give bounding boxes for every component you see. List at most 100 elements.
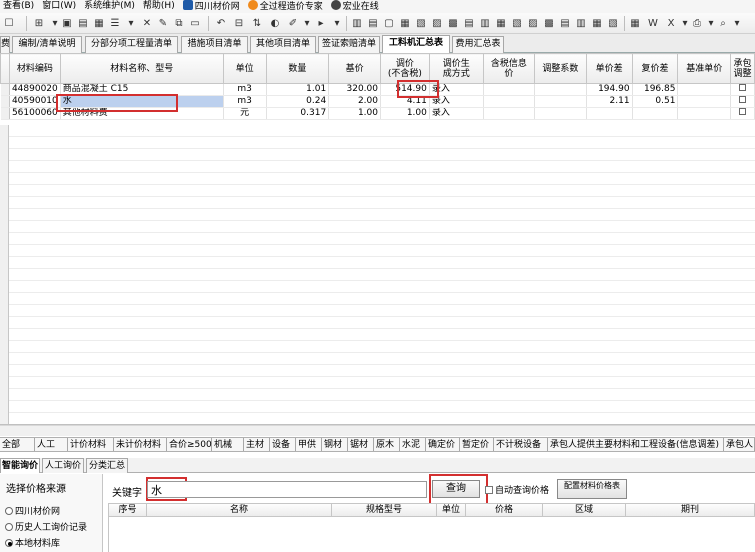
layout-icon[interactable]: ▥ — [574, 16, 588, 31]
cell-contract[interactable] — [730, 107, 755, 120]
col-adjust-coef[interactable]: 调整系数 — [534, 53, 587, 84]
cell-unit[interactable]: m3 — [223, 95, 267, 108]
cat-tab-all[interactable]: 全部 — [0, 438, 35, 451]
radio-selected-icon[interactable] — [5, 539, 13, 547]
tab-bill-of-quantities[interactable]: 分部分项工程量清单 — [85, 36, 178, 53]
layout-icon[interactable]: ▩ — [542, 16, 556, 31]
contract-checkbox[interactable] — [739, 84, 747, 91]
dropdown-arrow-icon[interactable]: ▾ — [300, 16, 314, 31]
menu-help[interactable]: 帮助(H) — [140, 0, 180, 13]
col-contractor-adjust[interactable]: 承包 调整 — [730, 53, 755, 84]
cell-qty[interactable]: 1.01 — [266, 83, 330, 96]
menu-system-maintenance[interactable]: 系统维护(M) — [81, 0, 140, 13]
cell-tax-info[interactable] — [483, 107, 536, 120]
print-icon[interactable]: ⎙ — [690, 16, 704, 31]
cell-unit[interactable]: m3 — [223, 83, 267, 96]
keyword-input[interactable] — [147, 481, 427, 498]
result-col-unit[interactable]: 单位 — [437, 504, 466, 517]
window-icon[interactable]: ▢ — [382, 16, 396, 31]
columns-icon[interactable]: ▤ — [366, 16, 380, 31]
cell-base[interactable]: 1.00 — [328, 107, 381, 120]
cell-diff[interactable] — [586, 107, 633, 120]
cell-base[interactable]: 2.00 — [328, 95, 381, 108]
result-col-spec[interactable]: 规格型号 — [332, 504, 437, 517]
cell-contract[interactable] — [730, 95, 755, 108]
horizontal-scrollbar[interactable] — [0, 425, 755, 436]
layout-icon[interactable]: ▦ — [590, 16, 604, 31]
cell-method[interactable]: 录入 — [429, 95, 484, 108]
menu-window[interactable]: 窗口(W) — [39, 0, 81, 13]
col-unit[interactable]: 单位 — [222, 53, 267, 84]
result-col-index[interactable]: 序号 — [109, 504, 147, 517]
cat-tab-total-500[interactable]: 合价≥500 — [167, 438, 212, 451]
result-col-name[interactable]: 名称 — [147, 504, 332, 517]
cell-coef[interactable] — [534, 107, 587, 120]
contract-checkbox[interactable] — [739, 96, 747, 103]
tab-fee-partial[interactable]: 费 — [0, 36, 10, 53]
layout-icon[interactable]: ▤ — [462, 16, 476, 31]
layout-icon[interactable]: ▧ — [414, 16, 428, 31]
cat-tab-main-material[interactable]: 主材 — [244, 438, 270, 451]
col-adjusted-price[interactable]: 调价 (不含税) — [380, 53, 430, 84]
cell-method[interactable]: 录入 — [429, 83, 484, 96]
col-adjust-method[interactable]: 调价生 成方式 — [428, 53, 484, 84]
cell-name[interactable]: 其他材料费 — [60, 107, 224, 120]
cell-code[interactable]: 44890020 — [9, 83, 61, 96]
row-header[interactable] — [0, 83, 10, 96]
sort-icon[interactable]: ⇅ — [250, 16, 264, 31]
cell-adj[interactable]: 4.11 — [380, 95, 430, 108]
cell-name[interactable]: 水 — [60, 95, 224, 108]
insert-icon[interactable]: ⊞ — [32, 16, 46, 31]
config-price-table-button[interactable]: 配置材料价格表 — [557, 479, 627, 499]
checkbox-icon[interactable]: ☐ — [2, 16, 16, 31]
cell-diff[interactable]: 2.11 — [586, 95, 633, 108]
brush-icon[interactable]: ✐ — [286, 16, 300, 31]
cell-coef[interactable] — [534, 83, 587, 96]
cat-tab-machinery[interactable]: 机械 — [212, 438, 244, 451]
cat-tab-contractor-materials[interactable]: 承包人提供主要材料和工程设备(信息调差) — [548, 438, 724, 451]
cat-tab-non-taxed-equipment[interactable]: 不计税设备 — [494, 438, 548, 451]
cat-tab-lumber[interactable]: 锯材 — [348, 438, 374, 451]
cell-base[interactable]: 320.00 — [328, 83, 381, 96]
circle-icon[interactable]: ◐ — [268, 16, 282, 31]
dropdown-arrow-icon[interactable]: ▾ — [330, 16, 344, 31]
layout-icon[interactable]: ▧ — [606, 16, 620, 31]
paste-icon[interactable]: ▭ — [188, 16, 202, 31]
result-col-region[interactable]: 区域 — [543, 504, 626, 517]
tab-manual-inquiry[interactable]: 人工询价 — [42, 458, 84, 473]
cat-tab-contractor[interactable]: 承包人 — [724, 438, 755, 451]
cell-qty[interactable]: 0.317 — [266, 107, 330, 120]
radio-icon[interactable] — [5, 507, 13, 515]
cat-tab-steel[interactable]: 钢材 — [322, 438, 348, 451]
cell-unit[interactable]: 元 — [223, 107, 267, 120]
cell-diff[interactable]: 194.90 — [586, 83, 633, 96]
menu-hongye-online[interactable]: 宏业在线 — [328, 0, 384, 14]
menu-view[interactable]: 查看(B) — [0, 0, 39, 13]
result-col-price[interactable]: 价格 — [466, 504, 543, 517]
row-header[interactable] — [0, 107, 10, 120]
edit-icon[interactable]: ✎ — [156, 16, 170, 31]
tab-measures-list[interactable]: 措施项目清单 — [181, 36, 248, 53]
cell-method[interactable]: 录入 — [429, 107, 484, 120]
source-option-history[interactable]: 历史人工询价记录 — [5, 520, 87, 533]
menu-sichuan-price-net[interactable]: 四川材价网 — [180, 0, 245, 14]
cell-coef[interactable] — [534, 95, 587, 108]
cat-tab-cement[interactable]: 水泥 — [400, 438, 426, 451]
cat-tab-unpriced-material[interactable]: 未计价材料 — [114, 438, 167, 451]
tab-smart-inquiry[interactable]: 智能询价 — [0, 458, 40, 473]
cell-adj[interactable]: 1.00 — [380, 107, 430, 120]
cell-adj[interactable]: 514.90 — [380, 83, 430, 96]
cell-rediff[interactable]: 0.51 — [632, 95, 679, 108]
word-icon[interactable]: W — [646, 16, 660, 31]
excel-icon[interactable]: X — [664, 16, 678, 31]
cell-tax-info[interactable] — [483, 95, 536, 108]
menu-cost-expert[interactable]: 全过程造价专家 — [245, 0, 328, 14]
query-button[interactable]: 查询 — [432, 480, 480, 498]
source-option-local-library[interactable]: 本地材料库 — [5, 536, 60, 549]
tab-preparation-notes[interactable]: 编制/清单说明 — [12, 36, 82, 53]
source-option-sichuan[interactable]: 四川材价网 — [5, 504, 60, 517]
tab-claims-list[interactable]: 签证索赔清单 — [318, 36, 380, 53]
layout-icon[interactable]: ▨ — [526, 16, 540, 31]
save-icon[interactable]: ▣ — [60, 16, 74, 31]
col-total-diff[interactable]: 复价差 — [631, 53, 679, 84]
